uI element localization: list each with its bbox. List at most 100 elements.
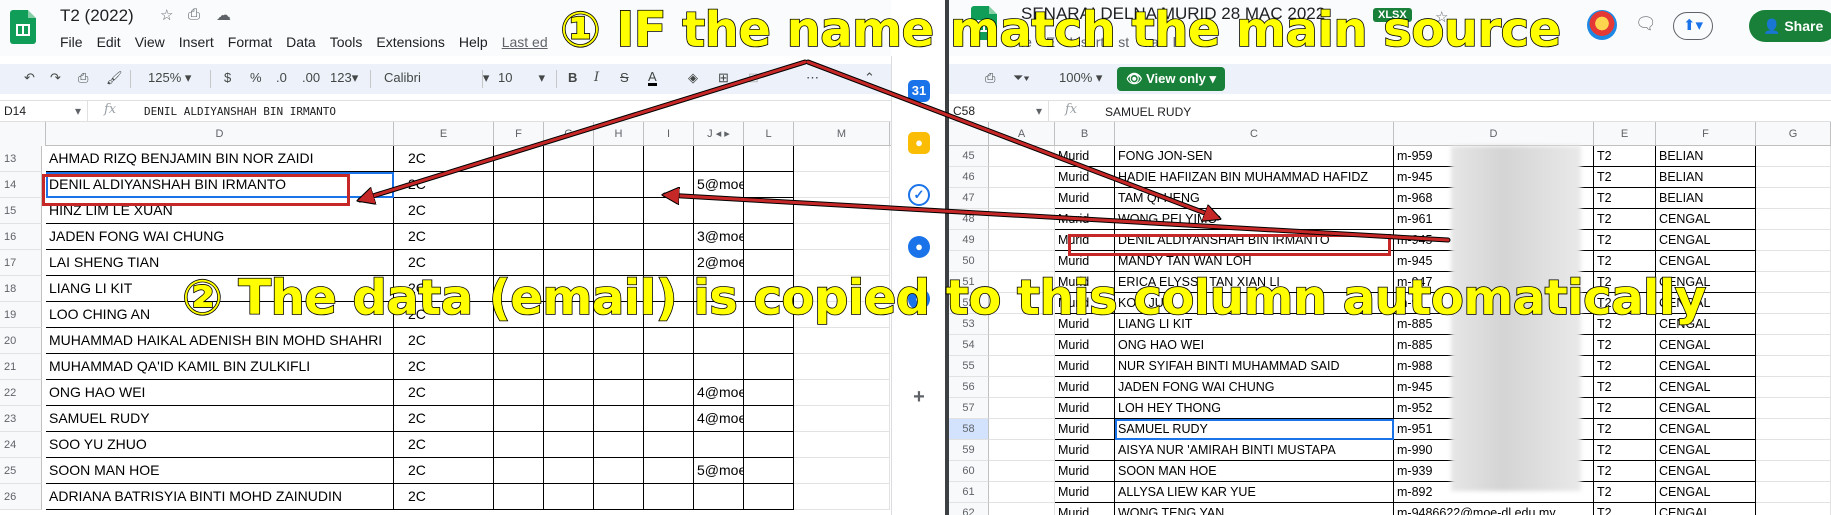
cell[interactable] <box>1756 209 1831 230</box>
row-header[interactable]: 62 <box>949 503 989 515</box>
cell[interactable] <box>494 224 544 250</box>
row-header[interactable]: 53 <box>949 314 989 335</box>
menu-help[interactable]: Help <box>459 34 488 50</box>
col-f-cell[interactable]: CENGAL <box>1656 293 1756 314</box>
row-header[interactable]: 58 <box>949 419 989 440</box>
cell[interactable] <box>644 172 694 198</box>
cell[interactable] <box>544 354 594 380</box>
cell[interactable] <box>989 293 1055 314</box>
col-b-cell[interactable]: Murid <box>1055 398 1115 419</box>
cell[interactable] <box>1756 251 1831 272</box>
sheets-logo-icon[interactable] <box>10 10 36 44</box>
col-e-cell[interactable]: T2 <box>1594 398 1656 419</box>
row-header[interactable]: 57 <box>949 398 989 419</box>
col-e-cell[interactable]: T2 <box>1594 188 1656 209</box>
col-f-cell[interactable]: CENGAL <box>1656 251 1756 272</box>
column-header[interactable]: G <box>1756 122 1831 146</box>
cell[interactable] <box>794 432 890 458</box>
row-header[interactable]: 22 <box>0 380 42 406</box>
sheets-logo-icon[interactable] <box>971 6 997 40</box>
row-header[interactable]: 26 <box>0 484 42 510</box>
name-cell[interactable]: ADRIANA BATRISYIA BINTI MOHD ZAINUDIN <box>46 484 394 510</box>
col-c-cell[interactable]: LOH HEY THONG <box>1115 398 1394 419</box>
strikethrough-icon[interactable]: S <box>620 70 629 85</box>
column-header[interactable]: H <box>594 122 644 146</box>
col-e-cell[interactable]: T2 <box>1594 209 1656 230</box>
col-b-cell[interactable]: Murid <box>1055 440 1115 461</box>
name-cell[interactable]: SAMUEL RUDY <box>46 406 394 432</box>
col-b-cell[interactable]: Murid <box>1055 419 1115 440</box>
col-c-cell[interactable]: DENIL ALDIYANSHAH BIN IRMANTO <box>1115 230 1394 251</box>
row-header[interactable]: 49 <box>949 230 989 251</box>
col-f-cell[interactable]: CENGAL <box>1656 314 1756 335</box>
class-cell[interactable]: 2C <box>394 146 494 172</box>
col-b-cell[interactable]: Murid <box>1055 272 1115 293</box>
cell[interactable] <box>644 250 694 276</box>
email-cell[interactable]: 4@moe <box>694 406 744 432</box>
cell[interactable] <box>594 484 644 510</box>
col-e-cell[interactable]: T2 <box>1594 146 1656 167</box>
cell[interactable] <box>794 146 890 172</box>
calendar-icon[interactable]: 31 <box>908 80 930 102</box>
col-e-cell[interactable]: T2 <box>1594 230 1656 251</box>
col-b-cell[interactable]: Murid <box>1055 356 1115 377</box>
cell[interactable] <box>594 380 644 406</box>
col-c-cell[interactable]: ALLYSA LIEW KAR YUE <box>1115 482 1394 503</box>
row-header[interactable]: 15 <box>0 198 42 224</box>
col-e-cell[interactable]: T2 <box>1594 440 1656 461</box>
cell[interactable] <box>594 250 644 276</box>
col-b-cell[interactable]: Murid <box>1055 230 1115 251</box>
cell[interactable] <box>1756 272 1831 293</box>
cell[interactable] <box>644 432 694 458</box>
cell[interactable] <box>544 146 594 172</box>
cell[interactable] <box>1756 461 1831 482</box>
cell[interactable] <box>989 272 1055 293</box>
cell[interactable] <box>744 406 794 432</box>
more-icon[interactable]: ⋯ <box>806 70 819 86</box>
row-header[interactable]: 19 <box>0 302 42 328</box>
star-icon[interactable]: ☆ <box>1435 8 1448 26</box>
font-select[interactable]: Calibri ▾ <box>384 70 489 86</box>
cell[interactable] <box>1756 440 1831 461</box>
row-header[interactable]: 20 <box>0 328 42 354</box>
name-cell[interactable]: MUHAMMAD QA'ID KAMIL BIN ZULKIFLI <box>46 354 394 380</box>
share-button[interactable]: 👤 Share <box>1749 10 1831 42</box>
cell[interactable] <box>594 406 644 432</box>
cell[interactable] <box>744 198 794 224</box>
undo-icon[interactable]: ↶ <box>24 70 35 86</box>
name-cell[interactable]: LAI SHENG TIAN <box>46 250 394 276</box>
col-f-cell[interactable]: CENGAL <box>1656 356 1756 377</box>
cell[interactable] <box>494 198 544 224</box>
class-cell[interactable]: 2C <box>394 172 494 198</box>
class-cell[interactable]: 2C <box>394 432 494 458</box>
col-e-cell[interactable]: T2 <box>1594 167 1656 188</box>
menu-item[interactable]: l <box>1173 34 1176 50</box>
col-b-cell[interactable]: Murid <box>1055 188 1115 209</box>
cell[interactable] <box>794 328 890 354</box>
column-header[interactable]: D <box>46 122 394 146</box>
col-c-cell[interactable]: LIANG LI KIT <box>1115 314 1394 335</box>
name-cell[interactable]: LIANG LI KIT <box>46 276 394 302</box>
cell[interactable] <box>544 432 594 458</box>
number-format-select[interactable]: 123▾ <box>330 70 358 86</box>
print-icon[interactable]: ⎙ <box>985 70 995 86</box>
cell[interactable] <box>744 172 794 198</box>
menu-item[interactable]: st <box>1118 34 1129 50</box>
menu-data[interactable]: Data <box>286 34 316 50</box>
cell[interactable] <box>594 172 644 198</box>
cell[interactable] <box>989 188 1055 209</box>
cell[interactable] <box>644 224 694 250</box>
cell[interactable] <box>1756 356 1831 377</box>
row-header[interactable]: 47 <box>949 188 989 209</box>
class-cell[interactable]: 2C <box>394 354 494 380</box>
cell[interactable] <box>644 406 694 432</box>
email-cell[interactable]: 4@moe <box>694 380 744 406</box>
cell[interactable] <box>594 354 644 380</box>
last-edit-link[interactable]: Last ed <box>502 34 548 50</box>
col-e-cell[interactable]: T2 <box>1594 461 1656 482</box>
class-cell[interactable]: 2C <box>394 458 494 484</box>
cell[interactable] <box>744 146 794 172</box>
cell[interactable] <box>594 328 644 354</box>
cell[interactable] <box>594 224 644 250</box>
formula-input[interactable]: SAMUEL RUDY <box>1105 105 1191 119</box>
